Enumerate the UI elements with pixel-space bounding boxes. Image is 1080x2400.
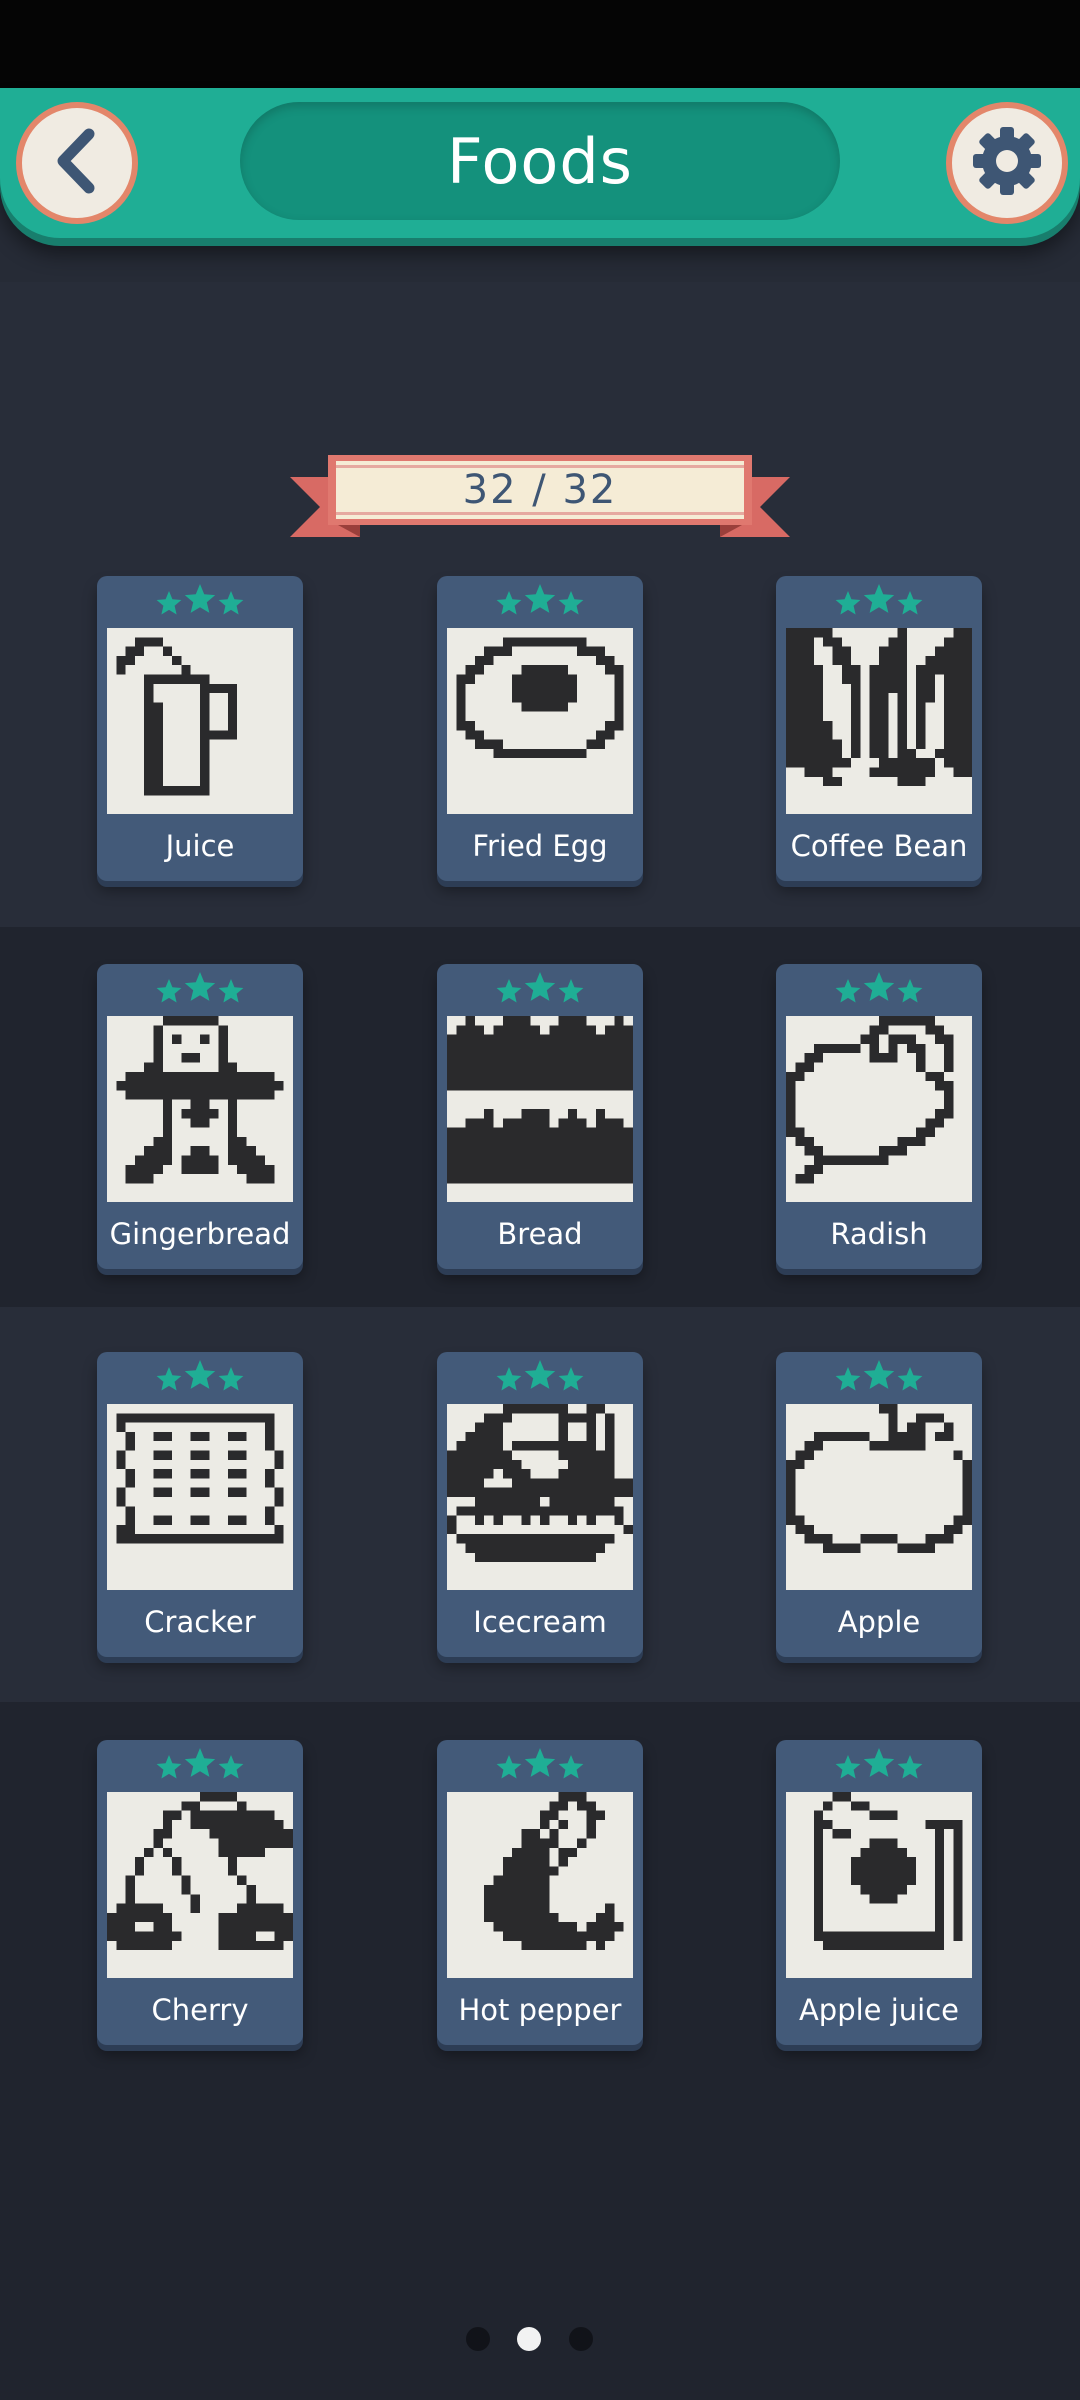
puzzle-thumbnail bbox=[786, 1016, 972, 1202]
star-icon bbox=[184, 1360, 216, 1389]
star-icon bbox=[218, 979, 244, 1003]
star-rating bbox=[437, 1746, 643, 1786]
level-name: Radish bbox=[830, 1217, 928, 1251]
star-rating bbox=[776, 1358, 982, 1398]
page-title: Foods bbox=[240, 102, 840, 220]
gear-icon bbox=[969, 123, 1045, 203]
star-icon bbox=[156, 979, 182, 1003]
star-icon bbox=[558, 1367, 584, 1391]
star-icon bbox=[897, 979, 923, 1003]
page-indicator bbox=[0, 2324, 1080, 2354]
puzzle-thumbnail bbox=[786, 1792, 972, 1978]
star-icon bbox=[218, 1755, 244, 1779]
star-icon bbox=[496, 1367, 522, 1391]
star-rating bbox=[97, 582, 303, 622]
progress-count: 32 / 32 bbox=[462, 467, 618, 513]
level-card[interactable]: Hot pepper bbox=[437, 1740, 643, 2045]
level-card[interactable]: Apple juice bbox=[776, 1740, 982, 2045]
level-card[interactable]: Icecream bbox=[437, 1352, 643, 1657]
puzzle-thumbnail bbox=[107, 1792, 293, 1978]
status-bar bbox=[0, 0, 1080, 88]
top-app-bar: Foods bbox=[0, 88, 1080, 238]
star-icon bbox=[897, 591, 923, 615]
star-icon bbox=[835, 1367, 861, 1391]
level-name: Apple juice bbox=[798, 1993, 960, 2027]
level-name: Juice bbox=[165, 829, 235, 863]
level-name: Icecream bbox=[473, 1605, 607, 1639]
level-card[interactable]: Juice bbox=[97, 576, 303, 881]
star-icon bbox=[184, 1748, 216, 1777]
star-icon bbox=[218, 1367, 244, 1391]
star-rating bbox=[437, 1358, 643, 1398]
star-icon bbox=[184, 584, 216, 613]
page-dot[interactable] bbox=[569, 2327, 593, 2351]
level-name: Cracker bbox=[144, 1605, 256, 1639]
star-icon bbox=[558, 1755, 584, 1779]
star-rating bbox=[776, 970, 982, 1010]
level-card[interactable]: Cherry bbox=[97, 1740, 303, 2045]
progress-ribbon: 32 / 32 bbox=[290, 455, 790, 555]
level-card[interactable]: Bread bbox=[437, 964, 643, 1269]
level-name: Hot pepper bbox=[458, 1993, 622, 2027]
puzzle-thumbnail bbox=[107, 1016, 293, 1202]
star-icon bbox=[156, 1367, 182, 1391]
star-icon bbox=[897, 1367, 923, 1391]
star-icon bbox=[835, 591, 861, 615]
star-icon bbox=[496, 1755, 522, 1779]
level-name: Bread bbox=[497, 1217, 583, 1251]
star-icon bbox=[524, 1360, 556, 1389]
level-name: Gingerbread bbox=[109, 1217, 291, 1251]
puzzle-thumbnail bbox=[107, 1404, 293, 1590]
level-card[interactable]: Fried Egg bbox=[437, 576, 643, 881]
star-icon bbox=[863, 1360, 895, 1389]
star-rating bbox=[97, 1358, 303, 1398]
star-icon bbox=[496, 979, 522, 1003]
star-icon bbox=[863, 584, 895, 613]
level-name: Coffee Bean bbox=[790, 829, 968, 863]
puzzle-thumbnail bbox=[447, 1792, 633, 1978]
page-dot[interactable] bbox=[466, 2327, 490, 2351]
star-rating bbox=[97, 970, 303, 1010]
star-icon bbox=[524, 1748, 556, 1777]
star-rating bbox=[776, 582, 982, 622]
level-card[interactable]: Radish bbox=[776, 964, 982, 1269]
star-icon bbox=[558, 979, 584, 1003]
star-icon bbox=[863, 972, 895, 1001]
star-rating bbox=[97, 1746, 303, 1786]
level-card[interactable]: Coffee Bean bbox=[776, 576, 982, 881]
star-icon bbox=[863, 1748, 895, 1777]
page-dot-active[interactable] bbox=[517, 2327, 541, 2351]
level-card[interactable]: Cracker bbox=[97, 1352, 303, 1657]
star-icon bbox=[835, 1755, 861, 1779]
level-name: Fried Egg bbox=[472, 829, 608, 863]
level-card[interactable]: Apple bbox=[776, 1352, 982, 1657]
star-icon bbox=[218, 591, 244, 615]
star-rating bbox=[437, 970, 643, 1010]
settings-button[interactable] bbox=[946, 102, 1068, 224]
star-icon bbox=[524, 972, 556, 1001]
star-icon bbox=[184, 972, 216, 1001]
star-icon bbox=[156, 591, 182, 615]
star-rating bbox=[437, 582, 643, 622]
star-icon bbox=[835, 979, 861, 1003]
puzzle-thumbnail bbox=[447, 1404, 633, 1590]
puzzle-thumbnail bbox=[786, 1404, 972, 1590]
star-icon bbox=[524, 584, 556, 613]
level-card[interactable]: Gingerbread bbox=[97, 964, 303, 1269]
star-rating bbox=[776, 1746, 982, 1786]
puzzle-thumbnail bbox=[786, 628, 972, 814]
back-arrow-icon bbox=[47, 126, 107, 200]
star-icon bbox=[897, 1755, 923, 1779]
back-button[interactable] bbox=[16, 102, 138, 224]
star-icon bbox=[496, 591, 522, 615]
star-icon bbox=[156, 1755, 182, 1779]
puzzle-thumbnail bbox=[447, 1016, 633, 1202]
level-name: Cherry bbox=[151, 1993, 249, 2027]
puzzle-thumbnail bbox=[107, 628, 293, 814]
level-name: Apple bbox=[837, 1605, 921, 1639]
star-icon bbox=[558, 591, 584, 615]
puzzle-thumbnail bbox=[447, 628, 633, 814]
